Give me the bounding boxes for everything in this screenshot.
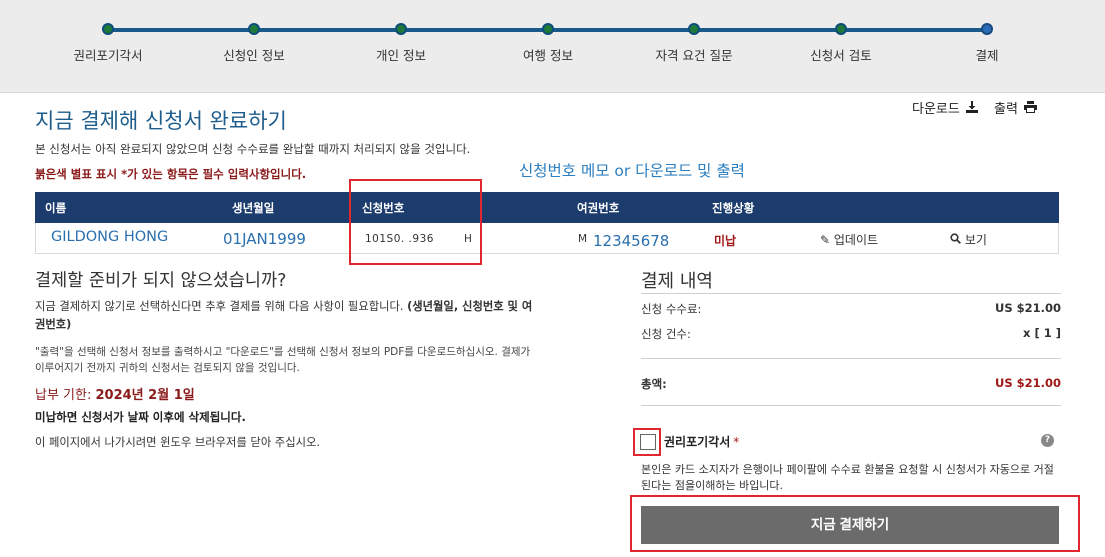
not-ready-heading: 결제할 준비가 되지 않으셨습니까? <box>35 271 287 291</box>
passport-prefix: M <box>578 233 588 245</box>
payment-summary-title: 결제 내역 <box>641 271 713 292</box>
view-button[interactable]: 보기 <box>950 231 987 248</box>
status-badge: 미납 <box>714 234 737 248</box>
count-row: 신청 건수: x [ 1 ] <box>641 326 1061 342</box>
step-label: 개인 정보 <box>376 48 426 63</box>
step-dot <box>835 23 847 35</box>
due-label: 납부 기한: <box>35 388 96 403</box>
page-title: 지금 결제해 신청서 완료하기 <box>35 109 287 133</box>
pencil-icon: ✎ <box>820 233 831 247</box>
close-window-note: 이 페이지에서 나가시려면 윈도우 브라우저를 닫아 주십시오. <box>35 436 320 449</box>
step-dot-current <box>981 23 993 35</box>
col-name: 이름 <box>45 201 67 215</box>
waiver-text: 본인은 카드 소지자가 은행이나 페이팔에 수수료 환불을 요청할 시 신청서가… <box>641 463 1054 492</box>
required-note: 붉은색 별표 표시 *가 있는 항목은 필수 입력사항입니다. <box>35 167 307 181</box>
help-icon[interactable]: ? <box>1041 434 1054 447</box>
step-label: 신청서 검토 <box>810 48 872 63</box>
count-label: 신청 건수: <box>641 327 691 341</box>
print-link[interactable]: 출력 <box>994 102 1018 117</box>
required-star: * <box>733 435 740 449</box>
step-label: 신청인 정보 <box>223 48 285 63</box>
pay-later-info: 지금 결제하지 않기로 선택하신다면 추후 결제를 위해 다음 사항이 필요합니… <box>35 298 540 334</box>
total-label: 총액: <box>641 377 667 391</box>
fee-label: 신청 수수료: <box>641 302 702 316</box>
app-number-highlight <box>349 179 482 265</box>
col-passport: 여권번호 <box>577 201 620 215</box>
step-dot <box>102 23 114 35</box>
progress-bar: 권리포기각서 신청인 정보 개인 정보 여행 정보 자격 요건 질문 신청서 검… <box>0 0 1105 93</box>
step-dot <box>688 23 700 35</box>
print-icon[interactable] <box>1023 101 1037 116</box>
divider <box>641 293 1061 294</box>
update-button[interactable]: ✎ 업데이트 <box>820 231 878 248</box>
table-row: GILDONG HONG 01JAN1999 101S0. .936 H M 1… <box>35 223 1059 254</box>
applicant-name: GILDONG HONG <box>51 229 169 245</box>
step-label: 권리포기각서 <box>73 48 143 63</box>
applicant-dob: 01JAN1999 <box>223 230 306 248</box>
due-date-line: 납부 기한: 2024년 2월 1일 <box>35 384 195 403</box>
update-label: 업데이트 <box>833 233 879 247</box>
step-dot <box>395 23 407 35</box>
divider <box>641 358 1061 359</box>
search-icon <box>950 233 965 247</box>
download-link[interactable]: 다운로드 <box>912 102 960 117</box>
fee-value: US $21.00 <box>994 301 1061 315</box>
top-actions: 다운로드 출력 <box>912 98 1049 117</box>
divider <box>641 405 1061 406</box>
view-label: 보기 <box>964 233 987 247</box>
col-status: 진행상황 <box>712 201 755 215</box>
step-label: 결제 <box>975 48 999 63</box>
step-label: 자격 요건 질문 <box>655 48 733 63</box>
waiver-label-text: 권리포기각서 <box>664 435 731 449</box>
print-download-info: "출력"을 선택해 신청서 정보를 출력하시고 "다운로드"를 선택해 신청서 … <box>35 346 531 374</box>
delete-warning: 미납하면 신청서가 날짜 이후에 삭제됩니다. <box>35 410 246 424</box>
col-dob: 생년월일 <box>232 201 275 215</box>
total-value: US $21.00 <box>994 376 1061 390</box>
memo-hint: 신청번호 메모 or 다운로드 및 출력 <box>519 162 745 180</box>
step-label: 여행 정보 <box>523 48 573 63</box>
fee-row: 신청 수수료: US $21.00 <box>641 301 1061 317</box>
waiver-label: 권리포기각서 * <box>664 433 739 450</box>
total-row: 총액: US $21.00 <box>641 376 1061 392</box>
step-dot <box>542 23 554 35</box>
download-icon[interactable] <box>965 101 978 116</box>
pay-now-button[interactable]: 지금 결제하기 <box>641 506 1059 544</box>
application-table-header: 이름 생년월일 신청번호 여권번호 진행상황 <box>35 192 1059 223</box>
page-subtitle: 본 신청서는 아직 완료되지 않았으며 신청 수수료를 완납할 때까지 처리되지… <box>35 142 471 156</box>
due-date: 2024년 2월 1일 <box>95 388 195 403</box>
count-value: x [ 1 ] <box>1023 326 1061 340</box>
passport-number: 12345678 <box>593 232 670 250</box>
waiver-checkbox[interactable] <box>640 434 656 450</box>
pay-later-text: 지금 결제하지 않기로 선택하신다면 추후 결제를 위해 다음 사항이 필요합니… <box>35 300 408 313</box>
step-dot <box>248 23 260 35</box>
